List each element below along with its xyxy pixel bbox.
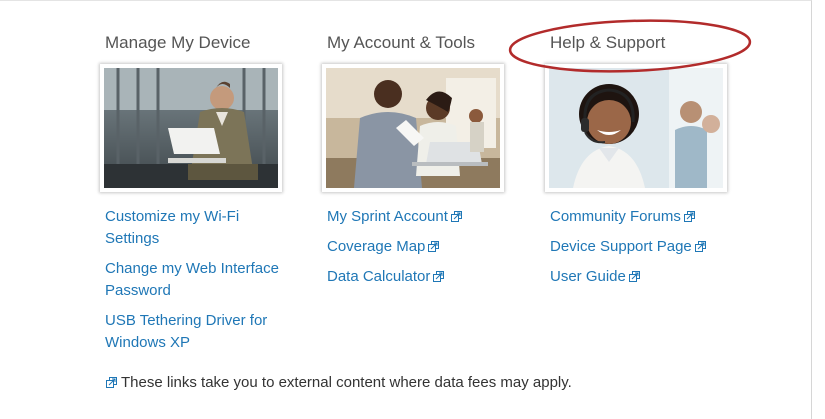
people-at-laptop-photo bbox=[322, 64, 504, 192]
link-usb-tethering-driver[interactable]: USB Tethering Driver for Windows XP bbox=[105, 310, 295, 354]
external-link-icon bbox=[694, 241, 706, 252]
external-link-icon bbox=[683, 211, 695, 222]
external-link-icon bbox=[628, 271, 640, 282]
link-user-guide[interactable]: User Guide bbox=[550, 266, 740, 288]
external-link-icon bbox=[106, 377, 117, 388]
column-title-account-tools: My Account & Tools bbox=[327, 33, 476, 52]
link-community-forums[interactable]: Community Forums bbox=[550, 206, 740, 228]
column-title-manage-device: Manage My Device bbox=[105, 33, 251, 52]
links-manage-device: Customize my Wi-Fi Settings Change my We… bbox=[105, 206, 295, 362]
column-title-help-support: Help & Support bbox=[550, 33, 666, 52]
link-customize-wifi[interactable]: Customize my Wi-Fi Settings bbox=[105, 206, 295, 250]
external-content-footnote: These links take you to external content… bbox=[106, 374, 572, 391]
support-agent-headset-photo bbox=[545, 64, 727, 192]
links-account-tools: My Sprint Account Coverage Map Data Calc… bbox=[327, 206, 517, 296]
link-device-support-page[interactable]: Device Support Page bbox=[550, 236, 740, 258]
man-with-laptop-photo bbox=[100, 64, 282, 192]
link-change-password[interactable]: Change my Web Interface Password bbox=[105, 258, 295, 302]
link-coverage-map[interactable]: Coverage Map bbox=[327, 236, 517, 258]
link-my-sprint-account[interactable]: My Sprint Account bbox=[327, 206, 517, 228]
external-link-icon bbox=[428, 241, 440, 252]
footnote-text: These links take you to external content… bbox=[121, 374, 572, 391]
external-link-icon bbox=[433, 271, 445, 282]
external-link-icon bbox=[450, 211, 462, 222]
link-data-calculator[interactable]: Data Calculator bbox=[327, 266, 517, 288]
links-help-support: Community Forums Device Support Page Use… bbox=[550, 206, 740, 296]
